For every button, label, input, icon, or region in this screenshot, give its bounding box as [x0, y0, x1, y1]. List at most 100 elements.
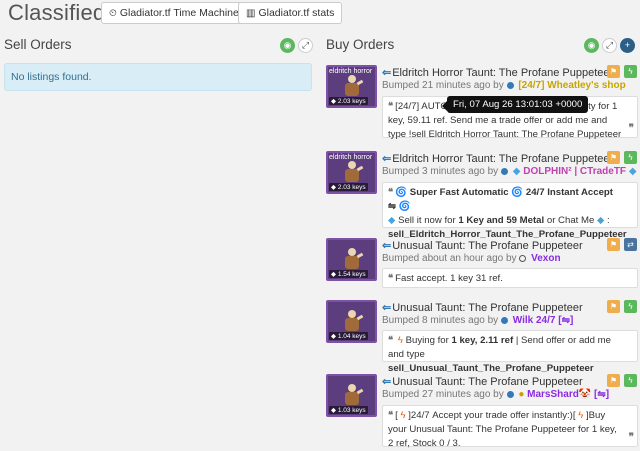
- user-status-icon: [506, 82, 514, 89]
- diamond-icon: ◆: [597, 215, 605, 226]
- flag-icon: ⚑: [609, 153, 618, 162]
- message-part-a: [: [395, 410, 398, 421]
- item-title[interactable]: ⇐Unusual Taunt: The Profane Puppeteer: [382, 375, 583, 388]
- trade-offer-button[interactable]: ⚑: [607, 374, 620, 387]
- timestamp-tooltip: Fri, 07 Aug 26 13:01:03 +0000: [441, 96, 589, 113]
- quote-open-icon: ❝: [388, 101, 394, 112]
- flag-icon: ⚑: [609, 67, 618, 76]
- listing-3: ◆ 1.54 keys ⇐Unusual Taunt: The Profane …: [326, 238, 638, 293]
- bumped-line: Bumped 8 minutes ago by Wilk 24/7 [⇋]: [382, 315, 573, 326]
- time-machine-label: Gladiator.tf Time Machine: [119, 7, 239, 19]
- time-machine-button[interactable]: ⏲ Gladiator.tf Time Machine: [101, 2, 247, 24]
- item-title[interactable]: ⇐Eldritch Horror Taunt: The Profane Pupp…: [382, 66, 613, 79]
- message-part-b: ]24/7 Accept your trade offer instantly:…: [408, 410, 576, 421]
- puppeteer-figure: [342, 75, 364, 99]
- item-title-text: Unusual Taunt: The Profane Puppeteer: [392, 240, 583, 252]
- bumped-text: Bumped 21 minutes ago by: [382, 80, 504, 91]
- puppeteer-figure: [342, 161, 364, 185]
- stats-button[interactable]: ▥ Gladiator.tf stats: [238, 2, 343, 24]
- instant-trade-button[interactable]: ϟ: [624, 151, 637, 164]
- listing-message: ❝ ϟ Buying for 1 key, 2.11 ref | Send of…: [382, 330, 638, 374]
- trade-offer-button[interactable]: ⚑: [607, 151, 620, 164]
- thumb-price-text: 2.03 keys: [337, 98, 366, 105]
- user-status-icon: [506, 391, 514, 398]
- puppeteer-figure: [342, 384, 364, 408]
- user-link[interactable]: Vexon: [531, 253, 560, 264]
- flag-icon: ⚑: [609, 302, 618, 311]
- lightning-icon: ϟ: [578, 410, 584, 421]
- message-part-d: sell_Unusual_Taunt_The_Profane_Puppeteer: [388, 363, 594, 374]
- avatar-icon: ●: [518, 389, 525, 400]
- message-part-e: or Chat Me: [546, 215, 595, 226]
- user-link[interactable]: DOLPHIN² | CTradeTF: [523, 166, 626, 177]
- item-title[interactable]: ⇐Unusual Taunt: The Profane Puppeteer: [382, 239, 583, 252]
- user-link[interactable]: MarsShard🤡 [⇋]: [527, 389, 609, 400]
- stats-label: Gladiator.tf stats: [258, 7, 335, 19]
- instant-trade-button[interactable]: ϟ: [624, 65, 637, 78]
- buy-orders-title: Buy Orders: [326, 37, 395, 52]
- add-buy-order-button[interactable]: +: [620, 38, 635, 53]
- top-bar: Classifieds ⏲ Gladiator.tf Time Machine ▥…: [0, 0, 640, 30]
- message-part-a: Buying for: [405, 335, 449, 346]
- user-link[interactable]: [24/7] Wheatley's shop: [518, 80, 625, 91]
- eye-icon: ◉: [587, 40, 596, 50]
- sell-expand-button[interactable]: ⤢: [298, 38, 313, 53]
- arrow-left-icon: ⇐: [382, 153, 392, 165]
- lightning-icon: ϟ: [397, 335, 403, 346]
- message-part-d: 1 Key and 59 Metal: [458, 215, 545, 226]
- instant-trade-button[interactable]: ϟ: [624, 300, 637, 313]
- expand-icon: ⤢: [605, 40, 614, 50]
- spiral-icon: 🌀: [398, 201, 411, 212]
- puppeteer-figure: [342, 310, 364, 334]
- item-title[interactable]: ⇐Eldritch Horror Taunt: The Profane Pupp…: [382, 152, 613, 165]
- expand-icon: ⤢: [301, 40, 310, 50]
- bumped-line: Bumped about an hour ago by Vexon: [382, 253, 561, 264]
- user-link[interactable]: Wilk 24/7 [⇋]: [513, 315, 574, 326]
- quote-open-icon: ❝: [388, 187, 394, 198]
- listing-4: ◆ 1.04 keys ⇐Unusual Taunt: The Profane …: [326, 300, 638, 374]
- diamond-icon: ◆: [628, 166, 637, 177]
- lightning-icon: ϟ: [628, 153, 633, 162]
- message-part-a: Super Fast Automatic: [409, 187, 509, 198]
- instant-trade-button[interactable]: ϟ: [624, 374, 637, 387]
- bumped-text: Bumped 3 minutes ago by: [382, 166, 499, 177]
- arrow-left-icon: ⇐: [382, 67, 392, 79]
- quote-open-icon: ❝: [388, 335, 394, 346]
- spiral-icon: 🌀: [395, 187, 408, 198]
- chart-icon: ▥: [246, 8, 256, 19]
- thumb-price-text: 2.03 keys: [337, 184, 366, 191]
- bumped-line: Bumped 21 minutes ago by [24/7] Wheatley…: [382, 80, 626, 91]
- no-listings-alert: No listings found.: [4, 63, 312, 91]
- item-thumbnail[interactable]: ◆ 1.54 keys: [326, 238, 377, 281]
- item-thumbnail[interactable]: ◆ 1.03 keys: [326, 374, 377, 417]
- buy-expand-button[interactable]: ⤢: [602, 38, 617, 53]
- lightning-icon: ϟ: [628, 67, 633, 76]
- message-part-a: Fast accept. 1 key 31 ref.: [395, 273, 503, 284]
- item-thumbnail[interactable]: eldritch horror ◆ 2.03 keys: [326, 65, 377, 108]
- counter-offer-button[interactable]: ⇄: [624, 238, 637, 251]
- spiral-icon: 🌀: [511, 187, 524, 198]
- arrow-left-icon: ⇐: [382, 240, 392, 252]
- flag-icon: ⚑: [609, 240, 618, 249]
- flag-icon: ⚑: [609, 376, 618, 385]
- sell-visibility-button[interactable]: ◉: [280, 38, 295, 53]
- item-thumbnail[interactable]: eldritch horror ◆ 2.03 keys: [326, 151, 377, 194]
- lightning-icon: ϟ: [628, 302, 633, 311]
- user-status-icon: [519, 255, 527, 262]
- thumb-price: ◆ 1.54 keys: [329, 270, 368, 278]
- item-title[interactable]: ⇐Unusual Taunt: The Profane Puppeteer: [382, 301, 583, 314]
- user-status-icon: [500, 317, 508, 324]
- trade-offer-button[interactable]: ⚑: [607, 65, 620, 78]
- arrow-left-icon: ⇐: [382, 376, 392, 388]
- thumb-price: ◆ 1.03 keys: [329, 406, 368, 414]
- thumb-price-text: 1.54 keys: [337, 271, 366, 278]
- trade-offer-button[interactable]: ⚑: [607, 300, 620, 313]
- item-thumbnail[interactable]: ◆ 1.04 keys: [326, 300, 377, 343]
- listing-5: ◆ 1.03 keys ⇐Unusual Taunt: The Profane …: [326, 374, 638, 450]
- sell-orders-title: Sell Orders: [4, 37, 72, 52]
- message-part-b: 1 key, 2.11 ref: [451, 335, 514, 346]
- trade-offer-button[interactable]: ⚑: [607, 238, 620, 251]
- buy-visibility-button[interactable]: ◉: [584, 38, 599, 53]
- quote-close-icon: ❞: [628, 123, 634, 134]
- listing-message: ❝ Fast accept. 1 key 31 ref.: [382, 268, 638, 288]
